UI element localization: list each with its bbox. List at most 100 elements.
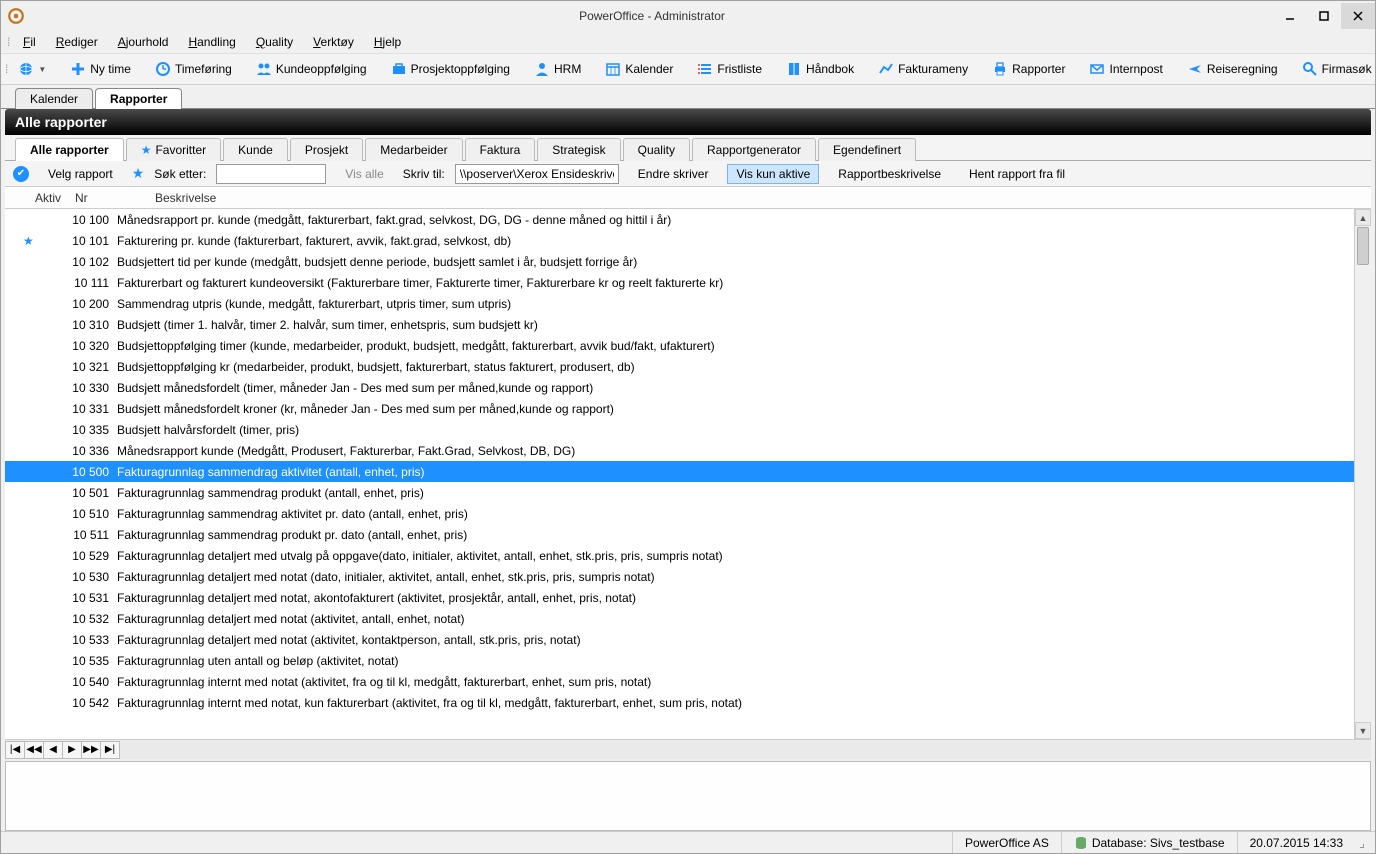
rapportbeskrivelse-button[interactable]: Rapportbeskrivelse [829,164,950,184]
table-row[interactable]: 10 500Fakturagrunnlag sammendrag aktivit… [5,461,1354,482]
row-beskrivelse: Fakturagrunnlag detaljert med notat, ako… [117,591,1354,605]
rpttab-prosjekt[interactable]: Prosjekt [290,138,363,161]
nav-prev-page[interactable]: ◀◀ [24,741,44,759]
tb-timeforing[interactable]: Timeføring [147,59,240,79]
col-aktiv[interactable]: Aktiv [35,191,75,205]
table-row[interactable]: 10 533Fakturagrunnlag detaljert med nota… [5,629,1354,650]
menu-hjelp[interactable]: Hjelp [364,33,411,51]
rpttab-rapportgenerator[interactable]: Rapportgenerator [692,138,816,161]
tb-prosjektoppfolging[interactable]: Prosjektoppfølging [383,59,518,79]
table-row[interactable]: 10 531Fakturagrunnlag detaljert med nota… [5,587,1354,608]
nav-next[interactable]: ▶ [62,741,82,759]
menu-rediger[interactable]: Rediger [46,33,108,51]
table-row[interactable]: 10 330Budsjett månedsfordelt (timer, mån… [5,377,1354,398]
favorite-star-icon[interactable]: ★ [132,165,145,182]
tb-fakturameny[interactable]: Fakturameny [870,59,976,79]
scroll-down-arrow[interactable]: ▼ [1355,722,1371,739]
rpttab-favoritter[interactable]: Favoritter [126,138,221,161]
table-row[interactable]: 10 532Fakturagrunnlag detaljert med nota… [5,608,1354,629]
document-tabs: Kalender Rapporter [1,85,1375,109]
tb-internpost[interactable]: Internpost [1081,59,1170,79]
table-row[interactable]: 10 200Sammendrag utpris (kunde, medgått,… [5,293,1354,314]
window-title: PowerOffice - Administrator [31,9,1273,23]
table-row[interactable]: 10 321Budsjettoppfølging kr (medarbeider… [5,356,1354,377]
row-nr: 10 336 [63,444,117,458]
menubar: ⁞ Fil Rediger Ajourhold Handling Quality… [1,31,1375,53]
maximize-button[interactable] [1307,3,1341,29]
table-row[interactable]: 10 331Budsjett månedsfordelt kroner (kr,… [5,398,1354,419]
tb-rapporter[interactable]: Rapporter [984,59,1073,79]
search-input[interactable] [216,164,326,184]
table-row[interactable]: 10 511Fakturagrunnlag sammendrag produkt… [5,524,1354,545]
rpttab-faktura[interactable]: Faktura [465,138,536,161]
velg-rapport-button[interactable]: Velg rapport [39,164,122,184]
tb-hrm[interactable]: HRM [526,59,589,79]
rpttab-egendefinert[interactable]: Egendefinert [818,138,916,161]
table-row[interactable]: 10 529Fakturagrunnlag detaljert med utva… [5,545,1354,566]
doctab-rapporter[interactable]: Rapporter [95,88,182,109]
table-row[interactable]: 10 510Fakturagrunnlag sammendrag aktivit… [5,503,1354,524]
menu-ajourhold[interactable]: Ajourhold [108,33,179,51]
menu-fil[interactable]: Fil [13,33,46,51]
detail-panel [5,761,1371,831]
row-beskrivelse: Sammendrag utpris (kunde, medgått, faktu… [117,297,1354,311]
table-row[interactable]: 10 542Fakturagrunnlag internt med notat,… [5,692,1354,713]
nav-prev[interactable]: ◀ [43,741,63,759]
rpttab-alle[interactable]: Alle rapporter [15,138,124,161]
row-nr: 10 200 [63,297,117,311]
row-beskrivelse: Budsjett månedsfordelt kroner (kr, måned… [117,402,1354,416]
minimize-button[interactable] [1273,3,1307,29]
page-title: Alle rapporter [5,109,1371,135]
table-row[interactable]: 10 102Budsjettert tid per kunde (medgått… [5,251,1354,272]
doctab-kalender[interactable]: Kalender [15,88,93,109]
row-beskrivelse: Fakturagrunnlag sammendrag produkt (anta… [117,486,1354,500]
table-row[interactable]: 10 100Månedsrapport pr. kunde (medgått, … [5,209,1354,230]
table-row[interactable]: 10 501Fakturagrunnlag sammendrag produkt… [5,482,1354,503]
table-row[interactable]: 10 310Budsjett (timer 1. halvår, timer 2… [5,314,1354,335]
tb-fristliste[interactable]: Fristliste [689,59,770,79]
tb-ny-time[interactable]: Ny time [62,59,139,79]
table-row[interactable]: 10 535Fakturagrunnlag uten antall og bel… [5,650,1354,671]
vis-alle-button[interactable]: Vis alle [336,164,392,184]
table-row[interactable]: ★10 101Fakturering pr. kunde (fakturerba… [5,230,1354,251]
table-row[interactable]: 10 530Fakturagrunnlag detaljert med nota… [5,566,1354,587]
row-nr: 10 100 [63,213,117,227]
rpttab-strategisk[interactable]: Strategisk [537,138,620,161]
vis-kun-aktive-button[interactable]: Vis kun aktive [727,164,819,184]
hent-rapport-button[interactable]: Hent rapport fra fil [960,164,1074,184]
scroll-up-arrow[interactable]: ▲ [1355,209,1371,226]
table-row[interactable]: 10 336Månedsrapport kunde (Medgått, Prod… [5,440,1354,461]
menu-quality[interactable]: Quality [246,33,303,51]
endre-skriver-button[interactable]: Endre skriver [629,164,718,184]
col-beskrivelse[interactable]: Beskrivelse [155,191,1371,205]
tb-kundeoppfolging[interactable]: Kundeoppfølging [248,59,375,79]
row-beskrivelse: Fakturagrunnlag detaljert med notat (dat… [117,570,1354,584]
plus-icon [70,61,86,77]
tb-kalender[interactable]: Kalender [597,59,681,79]
close-button[interactable] [1341,3,1375,29]
tb-reiseregning[interactable]: Reiseregning [1179,59,1286,79]
scroll-thumb[interactable] [1357,227,1369,265]
check-icon: ✔ [13,166,29,182]
col-nr[interactable]: Nr [75,191,155,205]
table-row[interactable]: 10 540Fakturagrunnlag internt med notat … [5,671,1354,692]
nav-next-page[interactable]: ▶▶ [81,741,101,759]
nav-last[interactable]: ▶| [100,741,120,759]
table-row[interactable]: 10 335Budsjett halvårsfordelt (timer, pr… [5,419,1354,440]
menu-handling[interactable]: Handling [178,33,245,51]
table-row[interactable]: 10 111Fakturerbart og fakturert kundeove… [5,272,1354,293]
printer-path-input[interactable] [455,164,619,184]
tb-firmasok[interactable]: Firmasøk [1294,59,1376,79]
action-bar: ✔ Velg rapport ★ Søk etter: Vis alle Skr… [5,161,1371,187]
tb-handbok[interactable]: Håndbok [778,59,862,79]
table-row[interactable]: 10 320Budsjettoppfølging timer (kunde, m… [5,335,1354,356]
nav-first[interactable]: |◀ [5,741,25,759]
rpttab-quality[interactable]: Quality [623,138,690,161]
rpttab-kunde[interactable]: Kunde [223,138,288,161]
menu-verktoy[interactable]: Verktøy [303,33,364,51]
globe-dropdown[interactable]: ▼ [10,59,54,79]
mail-icon [1089,61,1105,77]
rpttab-medarbeider[interactable]: Medarbeider [365,138,462,161]
row-nr: 10 111 [63,276,117,290]
vertical-scrollbar[interactable]: ▲ ▼ [1354,209,1371,739]
